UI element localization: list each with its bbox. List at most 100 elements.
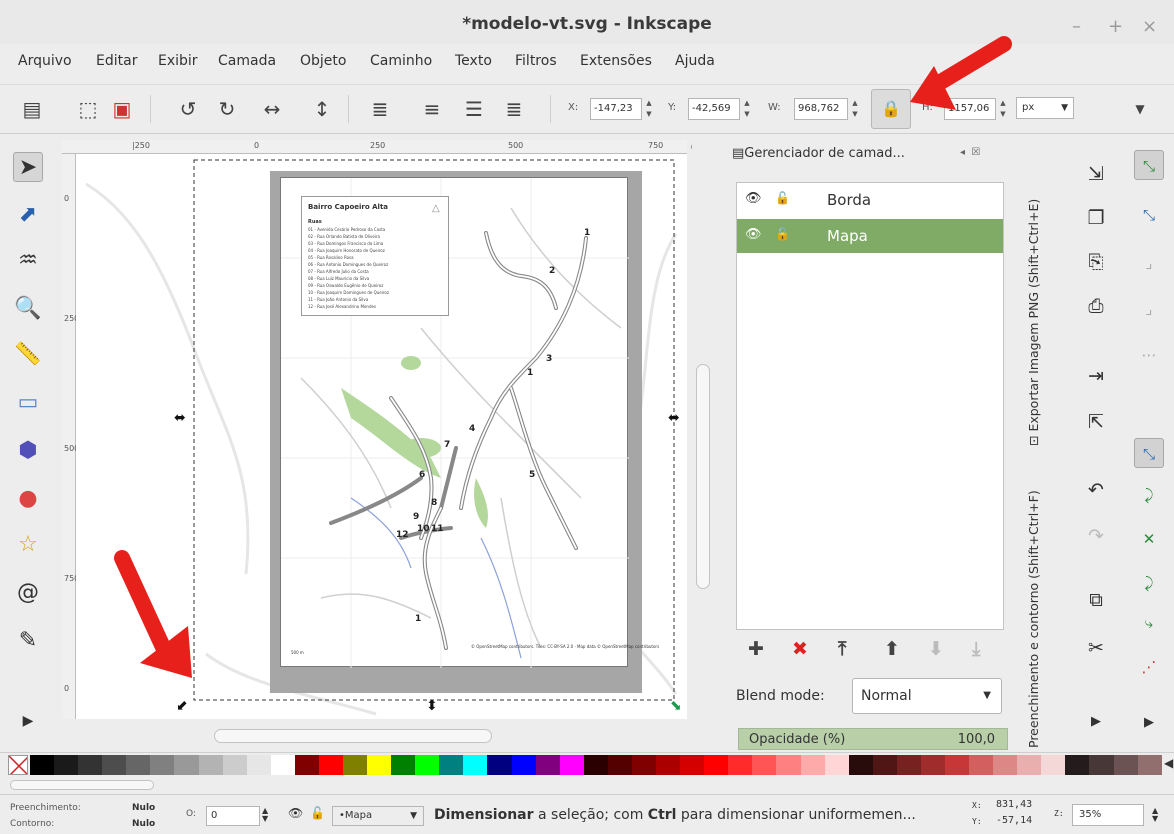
color-swatch[interactable] [367, 755, 392, 775]
color-swatch[interactable] [776, 755, 801, 775]
open-icon[interactable]: ⇥ [1082, 362, 1110, 390]
menu-exibir[interactable]: Exibir [158, 53, 198, 69]
unlock-icon[interactable]: 🔓 [775, 191, 790, 205]
y-field[interactable]: -42,569 [688, 98, 740, 120]
color-swatch[interactable] [704, 755, 729, 775]
color-swatch[interactable] [270, 755, 295, 775]
panel-tab-layers[interactable]: ▤Gerenciador de camad... [732, 146, 905, 161]
color-swatch[interactable] [198, 755, 223, 775]
x-field[interactable]: -147,23 [590, 98, 642, 120]
no-paint-swatch[interactable] [8, 755, 28, 775]
tab-fill-stroke[interactable]: Preenchimento e contorno (Shift+Ctrl+F) [1026, 490, 1041, 748]
blend-mode-select[interactable]: Normal ▼ [852, 678, 1002, 714]
zoom-drawing-icon[interactable]: ▣ [110, 97, 134, 121]
rectangle-icon[interactable]: ▭ [13, 388, 43, 418]
minimize-button[interactable]: – [1072, 16, 1081, 37]
palette-scroll-icon[interactable]: ◀ [1164, 756, 1173, 770]
lower-to-bottom-icon[interactable]: ≣ [502, 97, 526, 121]
more-snaps-icon[interactable]: ▶ [1134, 708, 1164, 738]
zoom-spinner[interactable]: ▲ ▼ [1152, 807, 1158, 823]
select-all-icon[interactable]: ⬚ [76, 97, 100, 121]
canvas-horizontal-scrollbar[interactable] [76, 723, 691, 745]
color-swatch[interactable] [343, 755, 368, 775]
color-swatch[interactable] [752, 755, 777, 775]
snap-midpoint-path-icon[interactable]: ⤷ [1134, 608, 1164, 638]
menu-filtros[interactable]: Filtros [515, 53, 557, 69]
scrollbar-thumb[interactable] [696, 364, 710, 589]
zoom-field[interactable]: 35% [1072, 804, 1144, 826]
close-button[interactable]: × [1142, 16, 1157, 37]
color-swatch[interactable] [1113, 755, 1138, 775]
x-spinner[interactable]: ▲ ▼ [644, 98, 654, 120]
color-swatch[interactable] [439, 755, 464, 775]
color-swatch[interactable] [415, 755, 440, 775]
snap-toggle-icon[interactable]: ⤡ [1134, 150, 1164, 180]
color-swatch[interactable] [1041, 755, 1066, 775]
color-swatch[interactable] [944, 755, 970, 775]
color-swatch[interactable] [872, 755, 897, 775]
rotate-cw-icon[interactable]: ↻ [215, 97, 239, 121]
ellipse-icon[interactable]: ● [13, 484, 43, 514]
color-swatch[interactable] [102, 755, 127, 775]
layer-row-borda[interactable]: 👁 🔓 Borda [737, 183, 1003, 217]
add-layer-icon[interactable]: ✚ [748, 638, 764, 660]
print-icon[interactable]: ⎙ [1082, 292, 1110, 320]
current-layer-select[interactable]: •Mapa ▼ [332, 806, 424, 826]
pencil-icon[interactable]: ✎ [13, 626, 43, 656]
3d-box-icon[interactable]: ⬢ [13, 436, 43, 466]
color-swatch[interactable] [126, 755, 151, 775]
snap-center-icon[interactable]: ⋰ [1134, 652, 1164, 682]
color-swatch[interactable] [680, 755, 705, 775]
y-spinner[interactable]: ▲ ▼ [742, 98, 752, 120]
color-swatch[interactable] [535, 755, 560, 775]
snap-bbox-edge-icon[interactable]: ⌟ [1134, 248, 1164, 278]
scrollbar-thumb[interactable] [10, 780, 154, 790]
color-swatch[interactable] [78, 755, 103, 775]
menu-arquivo[interactable]: Arquivo [18, 53, 72, 69]
tab-export-png[interactable]: ⊡ Exportar Imagem PNG (Shift+Ctrl+E) [1026, 199, 1041, 446]
color-swatch[interactable] [222, 755, 247, 775]
color-swatch[interactable] [969, 755, 994, 775]
snap-bbox-icon[interactable]: ⤡ [1134, 200, 1164, 230]
color-swatch[interactable] [583, 755, 608, 775]
save-icon[interactable]: ⇱ [1082, 408, 1110, 436]
color-swatch[interactable] [463, 755, 488, 775]
delete-layer-icon[interactable]: ✖ [792, 638, 808, 660]
duplicate-icon[interactable]: ❐ [1082, 204, 1110, 232]
node-icon[interactable]: ⬈ [13, 200, 43, 230]
color-swatch[interactable] [246, 755, 271, 775]
w-field[interactable]: 968,762 [794, 98, 848, 120]
import-icon[interactable]: ⇲ [1082, 160, 1110, 188]
color-swatch[interactable] [920, 755, 945, 775]
unlock-icon[interactable]: 🔓 [775, 227, 790, 241]
canvas-vertical-scrollbar[interactable] [692, 140, 714, 750]
spiral-icon[interactable]: @ [13, 578, 43, 608]
color-swatch[interactable] [318, 755, 344, 775]
scrollbar-thumb[interactable] [214, 729, 492, 743]
color-swatch[interactable] [294, 755, 319, 775]
toolbar-overflow-icon[interactable]: ▼ [1128, 97, 1152, 121]
menu-camada[interactable]: Camada [218, 53, 276, 69]
color-swatch[interactable] [1017, 755, 1042, 775]
layer-row-mapa[interactable]: 👁 🔓 Mapa [737, 219, 1003, 253]
zoom-icon[interactable]: 🔍 [13, 294, 43, 324]
flip-vertical-icon[interactable]: ↕ [310, 97, 334, 121]
copy-icon[interactable]: ⧉ [1082, 586, 1110, 614]
color-swatch[interactable] [993, 755, 1018, 775]
snap-midpoint-icon[interactable]: ⋯ [1134, 340, 1164, 370]
menu-texto[interactable]: Texto [455, 53, 492, 69]
scale-handle-right[interactable]: ⬌ [668, 410, 680, 426]
w-spinner[interactable]: ▲ ▼ [850, 98, 860, 120]
opacity-field[interactable]: 0 [206, 806, 260, 826]
menu-extensoes[interactable]: Extensões [580, 53, 652, 69]
selector-icon[interactable]: ➤ [13, 152, 43, 182]
color-swatch[interactable] [30, 755, 55, 775]
color-swatch[interactable] [848, 755, 873, 775]
color-swatch[interactable] [800, 755, 825, 775]
color-swatch[interactable] [1137, 755, 1162, 775]
snap-nodes-icon[interactable]: ⤡ [1134, 438, 1164, 468]
color-swatch[interactable] [54, 755, 79, 775]
color-swatch[interactable] [1065, 755, 1090, 775]
layer-up-icon[interactable]: ⬆ [884, 638, 900, 660]
color-swatch[interactable] [631, 755, 657, 775]
